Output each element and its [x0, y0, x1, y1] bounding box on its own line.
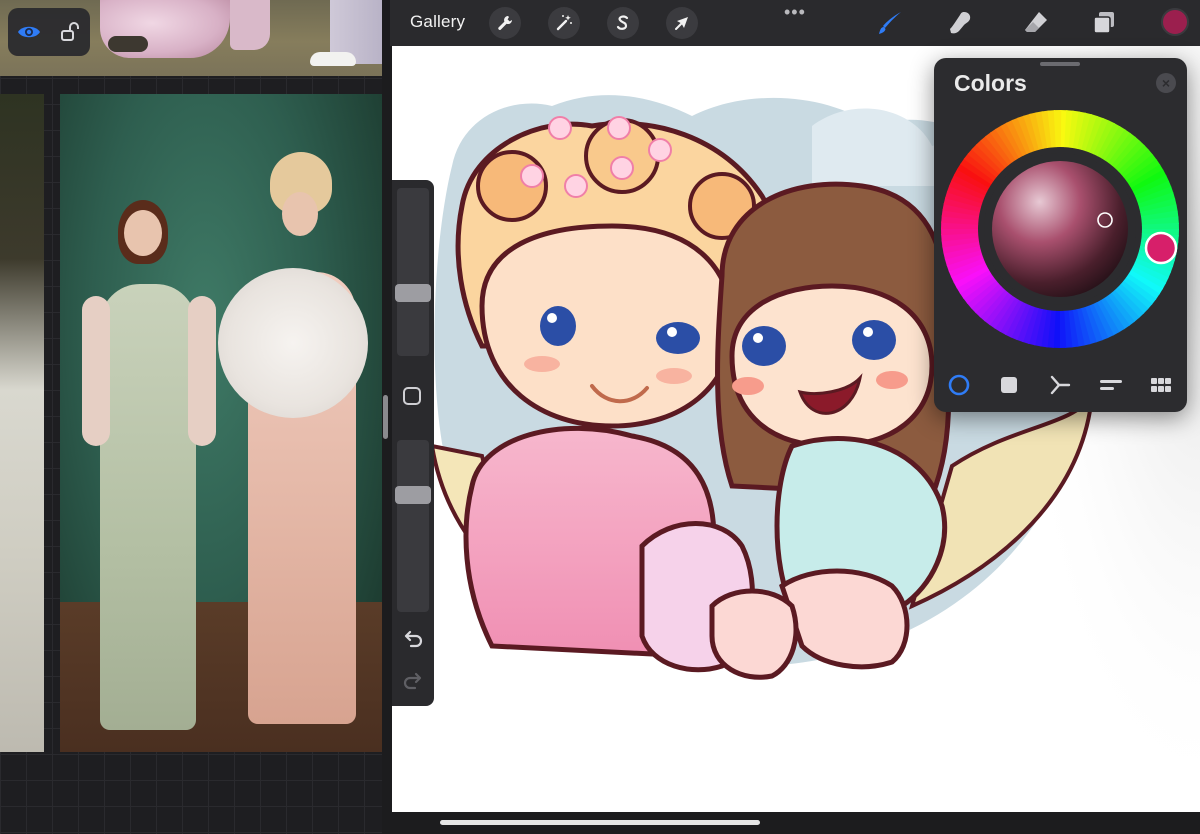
photo-face	[282, 192, 318, 236]
redo-icon[interactable]	[402, 670, 424, 692]
brush-size-thumb[interactable]	[395, 284, 431, 302]
eye-icon[interactable]	[16, 19, 42, 45]
color-mode-tabs	[934, 370, 1187, 400]
home-indicator[interactable]	[440, 820, 760, 825]
close-icon[interactable]: ×	[1156, 73, 1176, 93]
arrow-cursor-icon[interactable]	[666, 7, 698, 39]
value-sliders-icon[interactable]	[1098, 372, 1124, 398]
photo-figure-green-dress	[80, 200, 220, 740]
reference-toolbar	[8, 8, 90, 56]
square-icon[interactable]	[403, 387, 421, 405]
classic-square-icon[interactable]	[996, 372, 1022, 398]
layers-icon[interactable]	[1087, 6, 1121, 40]
color-wheel[interactable]	[939, 108, 1181, 350]
reference-pane[interactable]	[0, 0, 382, 834]
unlock-icon[interactable]	[57, 19, 83, 45]
gallery-button[interactable]: Gallery	[410, 12, 465, 32]
magic-wand-icon[interactable]	[548, 7, 580, 39]
side-slider-panel	[392, 180, 434, 706]
photo-feather-fan	[218, 268, 368, 418]
reference-photo-left	[0, 94, 44, 752]
reference-photo-main	[60, 94, 382, 752]
opacity-thumb[interactable]	[395, 486, 431, 504]
more-options-button[interactable]: •••	[784, 2, 806, 23]
opacity-slider[interactable]	[395, 440, 431, 612]
undo-icon[interactable]	[402, 628, 424, 650]
hue-picker[interactable]	[1144, 231, 1178, 265]
selection-s-icon[interactable]	[607, 7, 639, 39]
wrench-icon[interactable]	[489, 7, 521, 39]
saturation-brightness-disc[interactable]	[992, 161, 1128, 297]
brush-icon[interactable]	[873, 6, 907, 40]
photo-figure-pink-dress	[218, 152, 382, 732]
disc-icon[interactable]	[946, 372, 972, 398]
panel-grabber[interactable]	[1040, 62, 1080, 66]
colors-title: Colors	[954, 70, 1027, 96]
photo-gown-fold	[230, 0, 270, 50]
photo-face	[124, 210, 162, 256]
photo-shoe-white	[310, 52, 356, 66]
color-disc[interactable]	[939, 108, 1181, 350]
brush-size-slider[interactable]	[395, 188, 431, 356]
current-color-button[interactable]	[1161, 8, 1189, 36]
colors-panel: Colors ×	[934, 58, 1187, 412]
harmony-icon[interactable]	[1047, 372, 1073, 398]
photo-arm	[188, 296, 216, 446]
smudge-icon[interactable]	[943, 6, 977, 40]
split-view-handle[interactable]	[383, 395, 388, 439]
photo-shoe	[108, 36, 148, 52]
photo-arm	[82, 296, 110, 446]
eraser-icon[interactable]	[1019, 6, 1053, 40]
top-toolbar: Gallery •••	[390, 0, 1200, 46]
palette-grid-icon[interactable]	[1148, 372, 1174, 398]
photo-dress	[100, 284, 196, 730]
